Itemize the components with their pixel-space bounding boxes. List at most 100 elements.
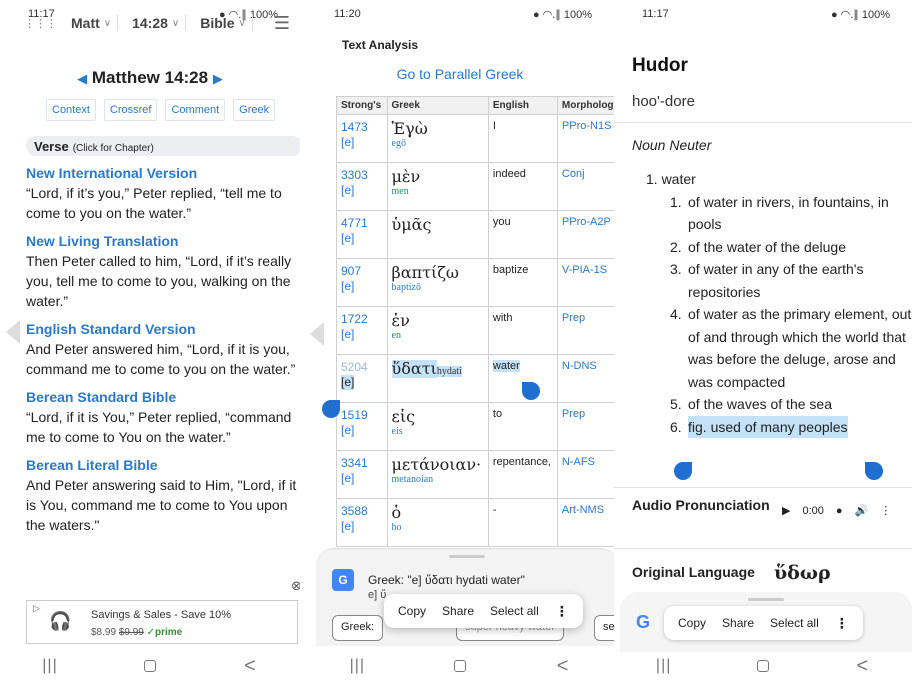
morphology-link[interactable]: V-PIA-1S [556, 258, 614, 307]
more-options-icon[interactable]: ⋮ [880, 504, 891, 517]
greek-word: εἰς [391, 407, 416, 426]
version-name-link[interactable]: Berean Literal Bible [26, 456, 300, 475]
version-name-link[interactable]: Berean Standard Bible [26, 388, 300, 407]
selection-end-handle[interactable] [522, 382, 540, 400]
selection-start-handle[interactable] [322, 400, 340, 418]
strongs-link[interactable]: 907 [341, 264, 383, 279]
menu-icon[interactable]: ☰ [274, 13, 290, 34]
parallel-greek-link[interactable]: Go to Parallel Greek [306, 66, 614, 82]
next-verse-icon[interactable]: ▶ [213, 71, 223, 86]
share-button[interactable]: Share [722, 616, 754, 630]
strongs-link[interactable]: 3341 [341, 456, 383, 471]
book-select[interactable]: Matt ∨ [65, 15, 119, 31]
morphology-link[interactable]: Conj [556, 162, 614, 211]
version-text: And Peter answered him, “Lord, if it is … [26, 341, 296, 377]
back-icon[interactable]: < [842, 655, 882, 678]
strongs-e-link[interactable]: [e] [341, 327, 383, 342]
version-name-link[interactable]: English Standard Version [26, 320, 300, 339]
ad-text: Savings & Sales - Save 10% [91, 609, 232, 621]
ad-banner[interactable]: ▷ 🎧 Savings & Sales - Save 10% $8.99 $9.… [26, 600, 298, 644]
transliteration[interactable]: baptizō [392, 282, 484, 293]
strongs-e-link[interactable]: [e] [341, 183, 383, 198]
verse-label: Verse [34, 139, 69, 154]
copy-button[interactable]: Copy [678, 616, 706, 630]
strongs-link[interactable]: 1722 [341, 312, 383, 327]
sheet-grip[interactable] [748, 598, 784, 601]
prev-page-arrow-icon[interactable] [310, 322, 324, 346]
morphology-link[interactable]: Prep [556, 402, 614, 451]
ad-price-value: $8.99 [91, 627, 117, 638]
transliteration[interactable]: ho [392, 522, 484, 533]
recents-icon[interactable]: ||| [337, 657, 377, 675]
transliteration[interactable]: eis [392, 426, 484, 437]
list-item: 4. of water as the primary element, out o… [670, 303, 912, 393]
prev-page-arrow-icon[interactable] [6, 320, 20, 344]
strongs-e-link[interactable]: [e] [341, 471, 383, 486]
more-options-icon[interactable]: ⋮ [555, 603, 569, 620]
recents-icon[interactable]: ||| [644, 657, 684, 675]
suggestion-chip[interactable]: ser [594, 615, 614, 641]
strongs-link[interactable]: 1519 [341, 408, 383, 423]
strongs-e-link[interactable]: [e] [341, 279, 383, 294]
mode-select[interactable]: Bible ∨ [194, 15, 253, 31]
home-icon[interactable] [743, 655, 783, 678]
version-text: “Lord, if it is You,” Peter replied, “co… [26, 409, 292, 445]
morphology-link[interactable]: N-AFS [556, 450, 614, 499]
close-ad-icon[interactable]: ⊗ [291, 578, 300, 594]
tab-greek[interactable]: Greek [233, 99, 276, 121]
strongs-e-link[interactable]: [e] [341, 135, 383, 150]
copy-button[interactable]: Copy [398, 604, 426, 618]
suggestion-chip[interactable]: Greek: [332, 615, 384, 641]
version-item: New International Version “Lord, if it’s… [26, 164, 300, 223]
mode-value: Bible [200, 15, 235, 31]
status-bar: 11:17 ● ◠.∥ 100% [614, 0, 912, 28]
tab-comment[interactable]: Comment [165, 99, 226, 121]
grid-icon[interactable]: ⋮⋮⋮ [24, 17, 57, 30]
select-all-button[interactable]: Select all [770, 616, 819, 630]
strongs-e-link[interactable]: [e] [341, 375, 355, 390]
transliteration[interactable]: metanoian [392, 474, 484, 485]
seek-dot-icon[interactable]: ● [836, 505, 843, 517]
prev-verse-icon[interactable]: ◀ [77, 71, 87, 86]
transliteration[interactable]: egō [392, 138, 484, 149]
morphology-link[interactable]: PPro-A2P [556, 210, 614, 259]
google-logo-icon[interactable]: G [636, 612, 650, 633]
home-icon[interactable] [440, 655, 480, 678]
tab-crossref[interactable]: Crossref [103, 99, 158, 121]
tab-context[interactable]: Context [46, 99, 96, 121]
selection-end-handle[interactable] [865, 462, 883, 480]
back-icon[interactable]: < [230, 655, 270, 678]
table-row: 1473 [e] Ἐγὼ egō I PPro-N1S [336, 114, 614, 163]
strongs-e-link[interactable]: [e] [341, 423, 383, 438]
morphology-link[interactable]: Prep [556, 306, 614, 355]
strongs-link[interactable]: 3588 [341, 504, 383, 519]
recents-icon[interactable]: ||| [30, 657, 70, 675]
verse-header[interactable]: Verse (Click for Chapter) [26, 136, 300, 156]
morphology-link[interactable]: PPro-N1S [556, 114, 614, 163]
select-all-button[interactable]: Select all [490, 604, 539, 618]
strongs-link[interactable]: 4771 [341, 216, 383, 231]
strongs-link[interactable]: 3303 [341, 168, 383, 183]
chapter-verse-select[interactable]: 14:28 ∨ [126, 15, 187, 31]
play-icon[interactable]: ▶ [782, 504, 790, 517]
strongs-e-link[interactable]: [e] [341, 519, 383, 534]
selection-start-handle[interactable] [674, 462, 692, 480]
transliteration[interactable]: en [392, 330, 484, 341]
morphology-link[interactable]: N-DNS [556, 354, 614, 403]
version-name-link[interactable]: New Living Translation [26, 232, 300, 251]
transliteration[interactable]: hydati [436, 366, 462, 377]
version-name-link[interactable]: New International Version [26, 164, 300, 183]
strongs-link[interactable]: 5204 [341, 360, 383, 375]
definitions-list: 1. water 1. of water in rivers, in founta… [646, 168, 912, 438]
volume-icon[interactable]: 🔊 [855, 504, 869, 517]
share-button[interactable]: Share [442, 604, 474, 618]
more-options-icon[interactable]: ⋮ [835, 615, 849, 632]
transliteration[interactable]: men [392, 186, 484, 197]
back-icon[interactable]: < [543, 655, 583, 678]
home-icon[interactable] [130, 655, 170, 678]
morphology-link[interactable]: Art-NMS [556, 498, 614, 547]
strongs-e-link[interactable]: [e] [341, 231, 383, 246]
sheet-grip[interactable] [449, 555, 485, 558]
strongs-link[interactable]: 1473 [341, 120, 383, 135]
ad-choices-icon[interactable]: ▷ [33, 603, 40, 614]
